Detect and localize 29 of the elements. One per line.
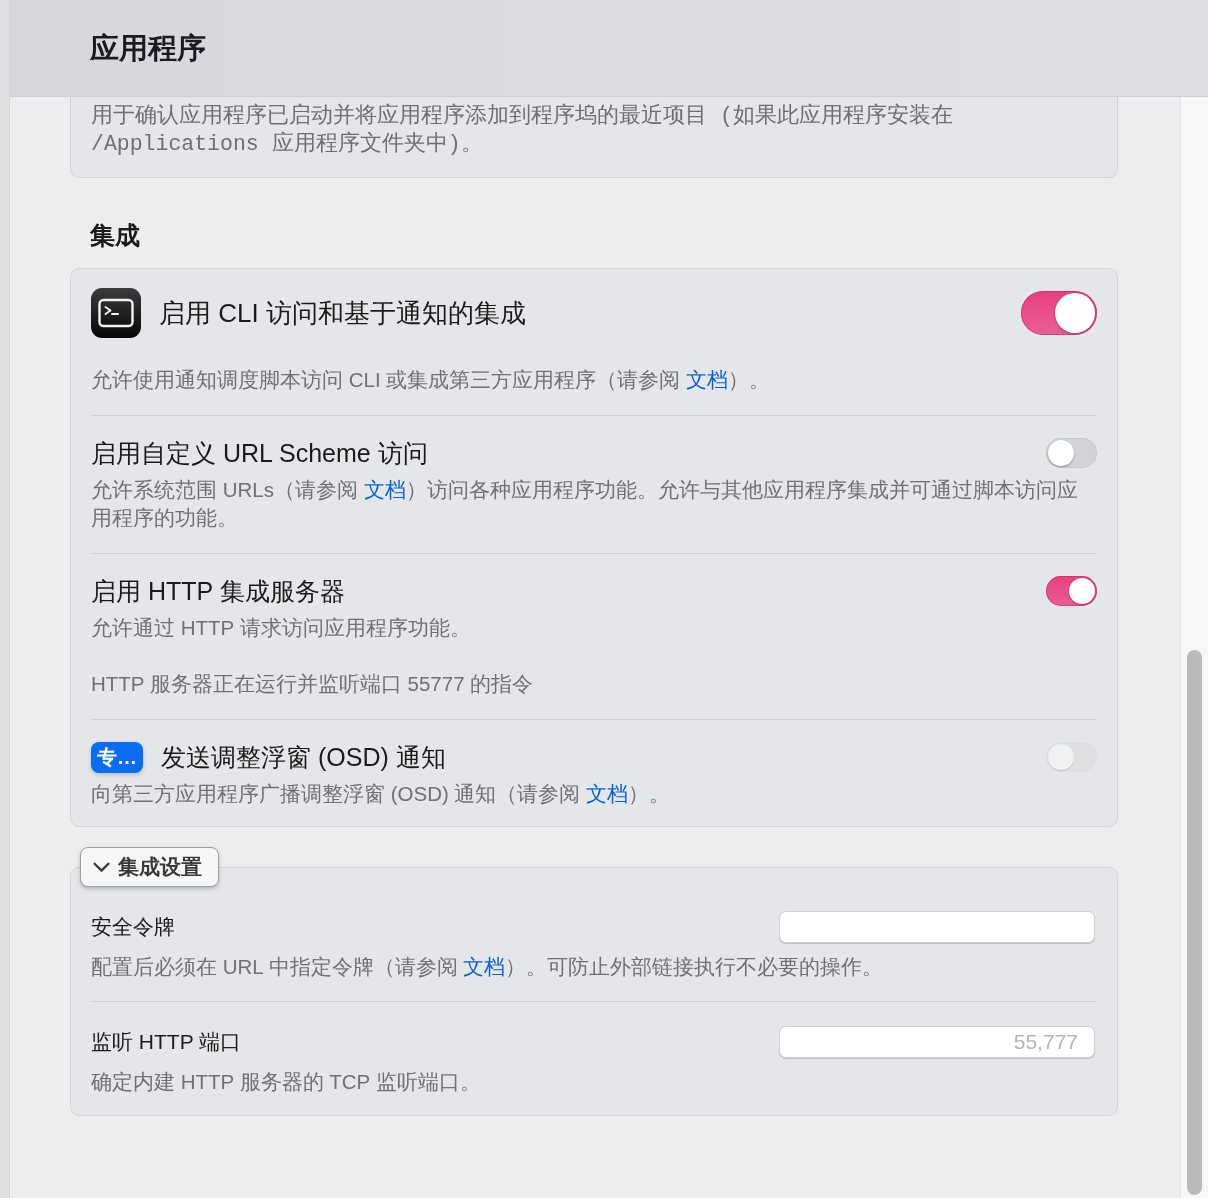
section-heading: 集成 (90, 220, 140, 251)
setting-title: 启用 CLI 访问和基于通知的集成 (159, 297, 526, 329)
setting-description: 允许系统范围 URLs（请参阅 文档）访问各种应用程序功能。允许与其他应用程序集成并可通过脚本访问应用程序的功能。 (91, 477, 1079, 531)
input-field[interactable]: 55,777 (779, 1026, 1095, 1058)
input-field[interactable] (779, 911, 1095, 943)
docs-link[interactable]: 文档 (463, 955, 506, 978)
field-label: 安全令牌 (91, 914, 175, 940)
setting-title: 启用自定义 URL Scheme 访问 (91, 438, 428, 469)
setting-title: 发送调整浮窗 (OSD) 通知 (161, 742, 446, 773)
setting-description: 允许使用通知调度脚本访问 CLI 或集成第三方应用程序（请参阅 文档）。 (91, 367, 771, 393)
setting-title: 启用 HTTP 集成服务器 (91, 576, 345, 607)
chevron-down-icon (93, 861, 110, 873)
setting-description: 允许通过 HTTP 请求访问应用程序功能。 (91, 615, 472, 641)
page-title: 应用程序 (90, 31, 206, 66)
terminal-icon (91, 288, 141, 338)
docs-link[interactable]: 文档 (363, 478, 406, 501)
field-label: 监听 HTTP 端口 (91, 1029, 242, 1055)
toggle-switch[interactable] (1021, 291, 1097, 335)
intro-description: 用于确认应用程序已启动并将应用程序添加到程序坞的最近项目 (如果此应用程序安装在 /Applications 应用程序文件夹中)。 (91, 102, 954, 158)
field-description: 确定内建 HTTP 服务器的 TCP 监听端口。 (91, 1069, 482, 1095)
setting-description: 向第三方应用程序广播调整浮窗 (OSD) 通知（请参阅 文档）。 (91, 781, 672, 807)
docs-link[interactable]: 文档 (686, 368, 728, 391)
pro-badge: 专… (91, 741, 143, 773)
field-description: 配置后必须在 URL 中指定令牌（请参阅 文档）。可防止外部链接执行不必要的操作。 (91, 954, 885, 980)
status-text: HTTP 服务器正在运行并监听端口 55777 的指令 (91, 671, 535, 697)
toggle-switch[interactable] (1046, 576, 1097, 606)
toggle-switch[interactable] (1046, 438, 1097, 468)
disclosure-button[interactable]: 集成设置 (80, 847, 219, 887)
scrollbar-thumb[interactable] (1187, 650, 1202, 1195)
